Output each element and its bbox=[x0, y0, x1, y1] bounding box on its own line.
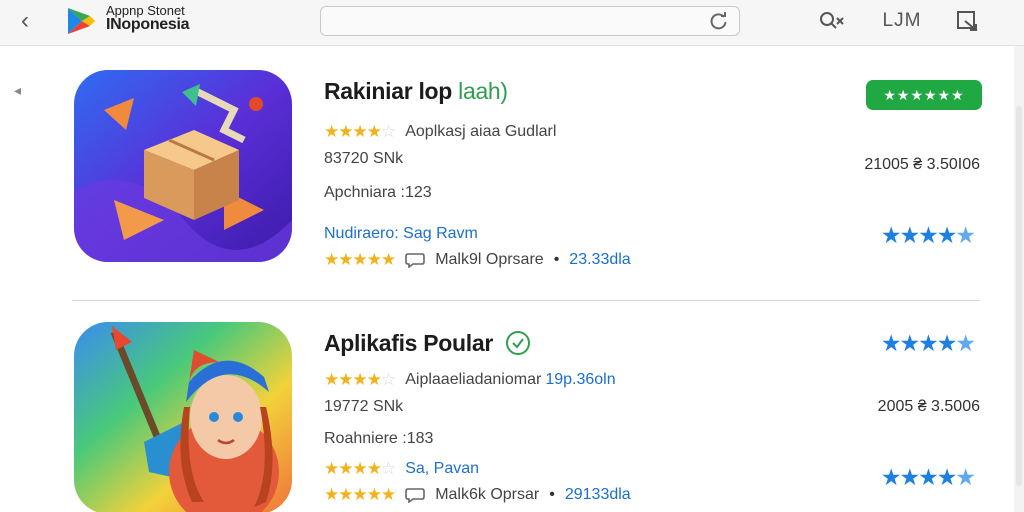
exit-icon[interactable] bbox=[954, 9, 980, 33]
verified-badge-icon bbox=[506, 331, 531, 355]
app-price: 2005 ₴ 3.5006 bbox=[877, 398, 980, 415]
app-size: 83720 SNk bbox=[324, 150, 404, 167]
rating-stars: ★★★★☆ bbox=[324, 122, 396, 141]
app-title-text: Aplikafis Poular bbox=[324, 330, 494, 356]
app-category: Aoplkasj aiaa Gudlarl bbox=[405, 123, 557, 140]
blue-rating-stars: ★★★★★ bbox=[880, 330, 976, 356]
separator-dot: • bbox=[553, 251, 560, 268]
developer-link[interactable]: Sa, Pavan bbox=[405, 460, 479, 478]
meta-row: ★★★★★ Malk6k Oprsar • 29133dla bbox=[324, 485, 631, 505]
chat-icon bbox=[405, 488, 426, 503]
app-category-suffix[interactable]: 19p.36oln bbox=[545, 371, 615, 389]
rating-stars: ★★★★★ bbox=[324, 485, 396, 504]
blue-rating-stars: ★★★★★ bbox=[880, 222, 976, 248]
scrollbar[interactable] bbox=[1014, 46, 1024, 512]
app-card[interactable]: Aplikafis Poular ★★★★☆ Aiplaaeliadanioma… bbox=[72, 322, 982, 512]
app-price: 21005 ₴ 3.50I06 bbox=[864, 156, 980, 173]
store-name: Appnp Stonet INoponesia bbox=[106, 4, 190, 33]
app-size: 19772 SNk bbox=[324, 398, 404, 415]
refresh-icon[interactable] bbox=[709, 11, 729, 31]
app-title-suffix: laah) bbox=[458, 78, 508, 104]
separator-dot: • bbox=[549, 486, 555, 503]
divider bbox=[72, 300, 980, 301]
app-icon-box-game[interactable] bbox=[74, 70, 292, 262]
rating-row: ★★★★☆ Aiplaaeliadaniomar 19p.36oln bbox=[324, 370, 616, 390]
app-title[interactable]: Rakiniar lop laah) bbox=[324, 78, 508, 105]
meta-text: Malk6k Oprsar bbox=[435, 486, 540, 503]
meta-text: Malk9l Oprsare bbox=[435, 251, 544, 268]
app-version: Apchniara :123 bbox=[324, 184, 432, 201]
app-version: Roahniere :183 bbox=[324, 430, 434, 447]
top-bar: ‹ Appnp Stonet INoponesia LJM bbox=[0, 0, 1024, 46]
collapse-arrow-icon[interactable]: ◂ bbox=[14, 82, 21, 99]
key-search-icon[interactable] bbox=[818, 9, 846, 33]
rating-stars: ★★★★★ bbox=[324, 250, 396, 269]
developer-row: ★★★★☆ Sa, Pavan bbox=[324, 459, 479, 479]
app-card[interactable]: Rakiniar lop laah) ★★★★☆ Aoplkasj aiaa G… bbox=[72, 70, 982, 270]
meta-count[interactable]: 29133dla bbox=[565, 486, 631, 504]
back-icon[interactable]: ‹ bbox=[12, 7, 38, 34]
chat-icon bbox=[405, 253, 426, 268]
store-name-line2: INoponesia bbox=[106, 16, 190, 33]
lim-button[interactable]: LJM bbox=[880, 9, 924, 33]
top-rated-badge[interactable]: ★★★★★★ bbox=[866, 80, 982, 110]
app-icon-hero-game[interactable] bbox=[74, 322, 292, 512]
app-category: Aiplaaeliadaniomar bbox=[405, 371, 542, 388]
store-logo-icon[interactable] bbox=[64, 4, 98, 38]
blue-rating-stars: ★★★★★ bbox=[880, 464, 976, 490]
developer-link[interactable]: Nudiraero: Sag Ravm bbox=[324, 225, 478, 243]
app-title-text: Rakiniar lop bbox=[324, 78, 453, 104]
rating-row: ★★★★☆ Aoplkasj aiaa Gudlarl bbox=[324, 122, 556, 142]
rating-stars: ★★★★☆ bbox=[324, 370, 396, 389]
meta-count[interactable]: 23.33dla bbox=[569, 251, 630, 269]
rating-stars: ★★★★☆ bbox=[324, 459, 396, 478]
search-input[interactable] bbox=[329, 11, 699, 31]
search-bar[interactable] bbox=[320, 6, 740, 36]
app-title[interactable]: Aplikafis Poular bbox=[324, 330, 531, 357]
scrollbar-thumb[interactable] bbox=[1016, 106, 1022, 486]
meta-row: ★★★★★ Malk9l Oprsare • 23.33dla bbox=[324, 250, 631, 270]
